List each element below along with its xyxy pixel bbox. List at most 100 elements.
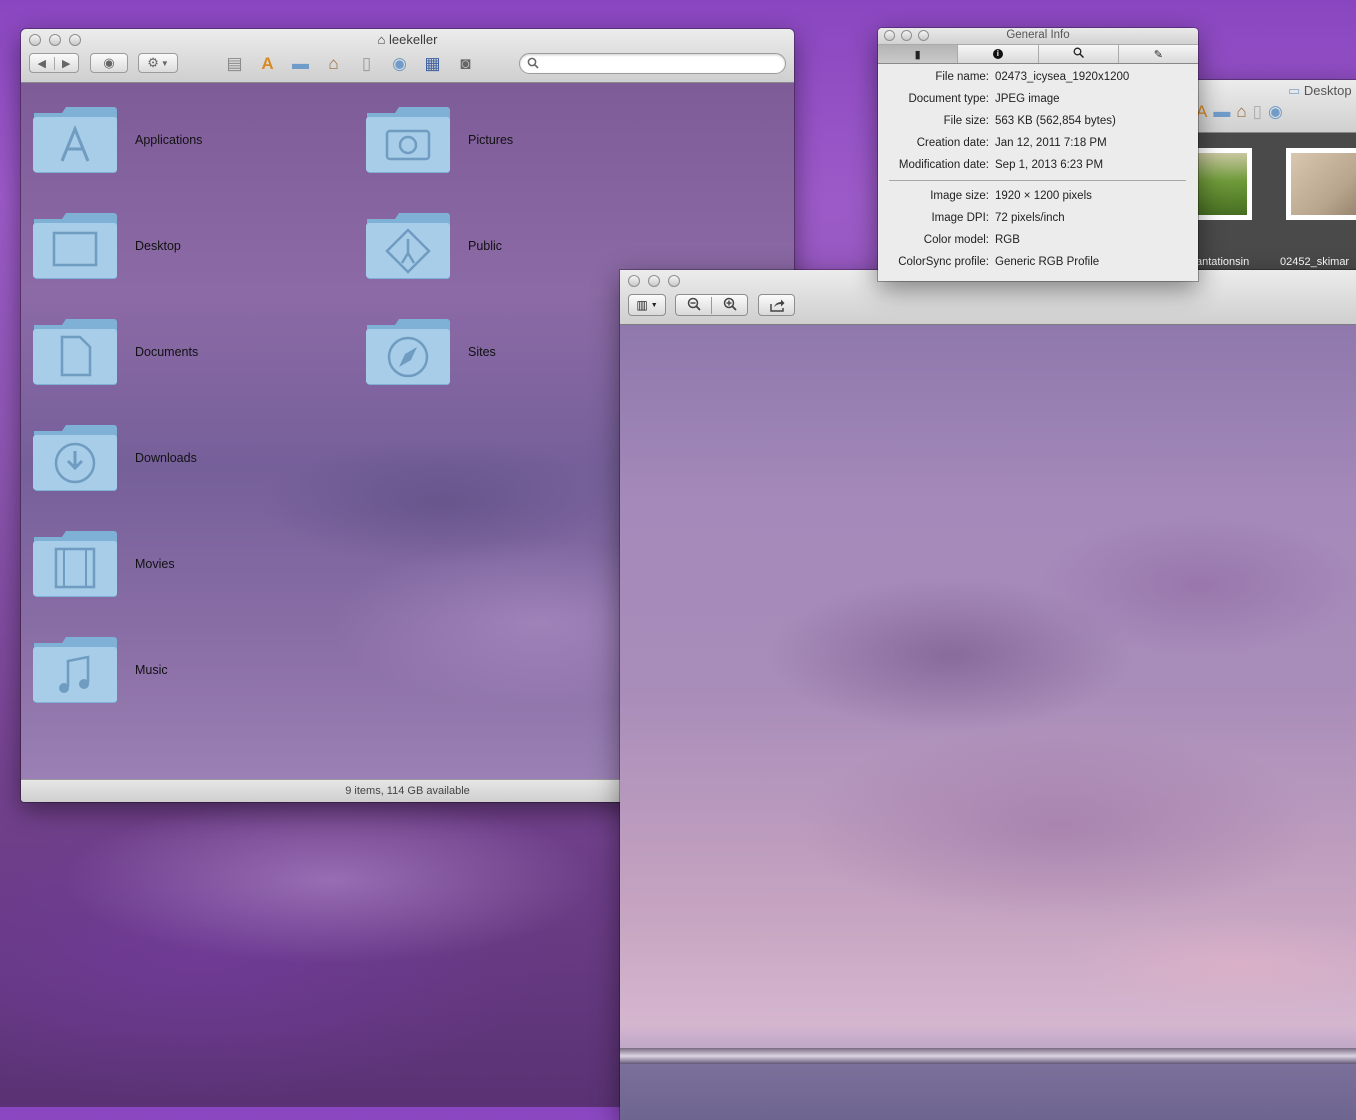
eye-icon: ◉ <box>103 55 115 70</box>
info-row-image-dpi: Image DPI: 72 pixels/inch <box>931 212 1065 224</box>
window-title: ⌂ leekeller <box>377 32 438 47</box>
gear-icon: ⚙ <box>147 55 159 70</box>
home-icon: ⌂ <box>377 32 386 47</box>
folder-item-desktop[interactable]: Desktop <box>22 201 322 281</box>
general-info-panel[interactable]: General Info ▮ i ✎ File name: 02473_icyse… <box>878 28 1198 281</box>
share-icon <box>769 299 784 312</box>
movies-icon[interactable]: ▦ <box>419 52 446 74</box>
quick-look-button[interactable]: ◉ <box>90 53 128 73</box>
info-row-modification-date: Modification date: Sep 1, 2013 6:23 PM <box>898 159 1104 171</box>
folder-icon[interactable]: ▬ <box>1213 102 1230 122</box>
item-label: Downloads <box>135 451 197 465</box>
item-label: Sites <box>468 345 496 359</box>
share-button[interactable] <box>758 294 795 316</box>
tab-keywords[interactable] <box>1038 45 1119 63</box>
item-label: Movies <box>135 557 175 571</box>
item-label: Public <box>468 239 503 253</box>
hard-drive-icon[interactable]: ▤ <box>221 52 248 74</box>
folder-item-documents[interactable]: Documents <box>22 307 322 387</box>
documents-folder-icon <box>33 319 117 385</box>
back-button[interactable]: ◀ <box>30 56 55 70</box>
preview-window[interactable]: ▥ ▼ <box>620 270 1356 1120</box>
chevron-down-icon: ▼ <box>650 301 658 309</box>
info-row-document-type: Document type: JPEG image <box>908 93 1060 105</box>
home-icon[interactable]: ⌂ <box>1236 102 1246 122</box>
image-sea <box>620 1064 1356 1120</box>
camera-icon[interactable]: ◙ <box>452 52 479 74</box>
skiing-thumbnail <box>1291 153 1356 215</box>
view-menu-button[interactable]: ▥ ▼ <box>628 294 666 316</box>
tab-annotations[interactable]: ✎ <box>1118 45 1198 63</box>
desktop-folder-icon <box>33 213 117 279</box>
zoom-in-icon <box>723 297 737 311</box>
image-thumbnail[interactable] <box>1286 148 1356 220</box>
action-menu-button[interactable]: ⚙ ▼ <box>138 53 178 73</box>
sidebar-icon: ▥ <box>636 298 648 312</box>
applications-icon[interactable]: A <box>254 52 281 74</box>
close-button[interactable] <box>628 275 640 287</box>
music-folder-icon <box>33 637 117 703</box>
zoom-button[interactable] <box>668 275 680 287</box>
image-shoreline <box>620 1048 1356 1064</box>
document-icon[interactable]: ▯ <box>1253 102 1262 122</box>
document-icon: ▮ <box>914 48 921 61</box>
public-folder-icon <box>366 213 450 279</box>
folder-item-public[interactable]: Public <box>355 201 655 281</box>
folder-icon[interactable]: ▬ <box>287 52 314 74</box>
pictures-folder-icon[interactable]: ◉ <box>386 52 413 74</box>
search-icon <box>527 57 539 69</box>
info-row-file-size: File size: 563 KB (562,854 bytes) <box>943 115 1116 127</box>
folder-item-applications[interactable]: Applications <box>22 95 322 175</box>
pictures-folder-icon[interactable]: ◉ <box>1268 102 1283 122</box>
panel-title: General Info <box>1006 29 1070 41</box>
item-label: Desktop <box>135 239 181 253</box>
green-fields-thumbnail <box>1194 153 1247 215</box>
divider <box>889 180 1186 181</box>
desktop-window-toolbar: ▭ Desktop A ▬ ⌂ ▯ ◉ <box>1188 80 1356 133</box>
thumbnail-label[interactable]: antationsin <box>1196 256 1249 268</box>
zoom-in-button[interactable] <box>712 297 747 314</box>
thumbnail-label[interactable]: 02452_skimar <box>1280 256 1349 268</box>
downloads-folder-icon <box>33 425 117 491</box>
item-label: Documents <box>135 345 199 359</box>
finder-toolbar: ⌂ leekeller ◀ ▶ ◉ ⚙ ▼ ▤ A ▬ ⌂ ▯ ◉ ▦ ◙ <box>21 29 794 83</box>
folder-item-sites[interactable]: Sites <box>355 307 655 387</box>
tab-more-info[interactable]: i <box>958 45 1039 63</box>
info-row-image-size: Image size: 1920 × 1200 pixels <box>930 190 1092 202</box>
search-input[interactable] <box>519 53 786 74</box>
item-label: Music <box>135 663 168 677</box>
info-row-file-name: File name: 02473_icysea_1920x1200 <box>935 71 1130 83</box>
home-icon[interactable]: ⌂ <box>320 52 347 74</box>
info-row-color-model: Color model: RGB <box>923 234 1020 246</box>
zoom-control <box>675 294 748 316</box>
image-thumbnail[interactable] <box>1189 148 1252 220</box>
sites-folder-icon <box>366 319 450 385</box>
preview-image <box>620 325 1356 1120</box>
magnifier-icon <box>1073 47 1084 61</box>
folder-item-movies[interactable]: Movies <box>22 519 322 599</box>
item-label: Pictures <box>468 133 514 147</box>
document-icon[interactable]: ▯ <box>353 52 380 74</box>
info-titlebar: General Info <box>878 28 1198 44</box>
chevron-down-icon: ▼ <box>160 58 169 68</box>
folder-item-pictures[interactable]: Pictures <box>355 95 655 175</box>
pictures-folder-icon <box>366 107 450 173</box>
folder-icon: ▭ <box>1288 83 1301 98</box>
info-row-colorsync-profile: ColorSync profile: Generic RGB Profile <box>898 256 1100 268</box>
back-forward-control: ◀ ▶ <box>29 53 79 73</box>
tab-general-info[interactable]: ▮ <box>878 45 959 63</box>
info-tabs: ▮ i ✎ <box>878 44 1198 64</box>
zoom-out-icon <box>687 297 701 311</box>
folder-item-music[interactable]: Music <box>22 625 322 705</box>
minimize-button[interactable] <box>648 275 660 287</box>
window-title: ▭ Desktop <box>1288 83 1352 98</box>
movies-folder-icon <box>33 531 117 597</box>
forward-button[interactable]: ▶ <box>55 57 79 70</box>
info-icon: i <box>992 49 1003 59</box>
zoom-out-button[interactable] <box>676 296 712 314</box>
pen-icon: ✎ <box>1153 48 1163 61</box>
desktop-finder-window[interactable]: ▭ Desktop A ▬ ⌂ ▯ ◉ antationsin 02452_sk… <box>1188 80 1356 272</box>
info-row-creation-date: Creation date: Jan 12, 2011 7:18 PM <box>916 137 1107 149</box>
item-label: Applications <box>135 133 203 147</box>
folder-item-downloads[interactable]: Downloads <box>22 413 322 493</box>
